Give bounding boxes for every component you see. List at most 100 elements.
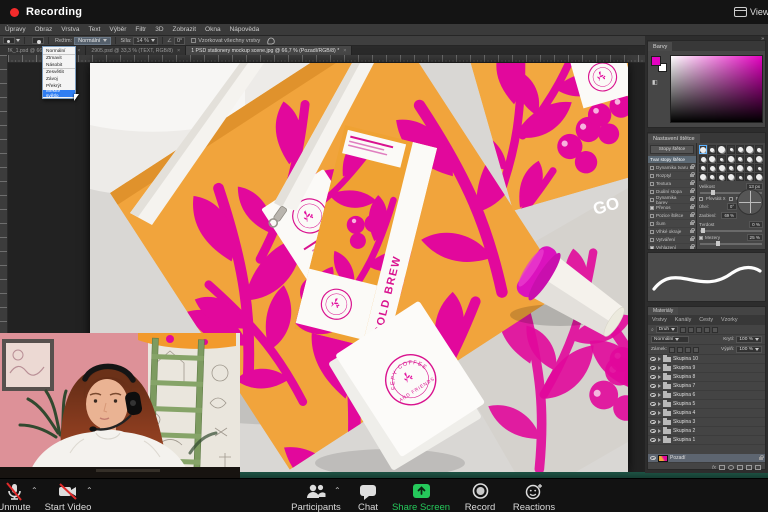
brush-tip[interactable] bbox=[708, 164, 716, 172]
lock-position-icon[interactable] bbox=[685, 347, 691, 353]
brush-tip[interactable] bbox=[699, 155, 707, 163]
layer-row[interactable]: Skupina 3 bbox=[648, 418, 765, 427]
mode-dropdown-item[interactable]: Měkké světlo bbox=[43, 90, 75, 97]
layer-row[interactable]: Skupina 6 bbox=[648, 391, 765, 400]
flip-y-checkbox[interactable] bbox=[729, 197, 733, 201]
participant-video-tile[interactable] bbox=[0, 333, 240, 478]
layer-row[interactable]: Skupina 10 bbox=[648, 355, 765, 364]
mode-select[interactable]: Normální bbox=[74, 37, 111, 45]
new-layer-icon[interactable] bbox=[746, 465, 752, 470]
filter-mode-icon[interactable] bbox=[696, 327, 702, 333]
brush-option-checkbox[interactable] bbox=[650, 182, 654, 186]
brush-tip-shape-row[interactable]: Tvar stopy štětce bbox=[648, 156, 696, 164]
tool-preset-icon[interactable] bbox=[3, 37, 15, 44]
menu-item[interactable]: 3D bbox=[155, 26, 163, 33]
layer-row[interactable]: Skupina 2 bbox=[648, 427, 765, 436]
hardness-slider[interactable] bbox=[700, 230, 762, 232]
brush-settings-tab[interactable]: Nastavení štětce bbox=[648, 134, 700, 143]
lock-icon[interactable] bbox=[690, 222, 694, 225]
expand-triangle-icon[interactable] bbox=[658, 402, 661, 406]
brush-option-row[interactable]: Textura bbox=[648, 180, 696, 188]
brush-option-checkbox[interactable] bbox=[650, 198, 654, 202]
layer-row[interactable]: Skupina 8 bbox=[648, 373, 765, 382]
expand-triangle-icon[interactable] bbox=[658, 429, 661, 433]
brush-tip[interactable] bbox=[755, 164, 763, 172]
brush-tip[interactable] bbox=[727, 145, 735, 154]
brush-tip[interactable] bbox=[755, 173, 763, 181]
brush-tip[interactable] bbox=[699, 164, 707, 172]
view-button[interactable]: View bbox=[734, 3, 768, 21]
layer-row[interactable]: Skupina 4 bbox=[648, 409, 765, 418]
angle-value[interactable]: 0° bbox=[727, 203, 737, 210]
spacing-value[interactable]: 25 % bbox=[747, 234, 763, 241]
visibility-eye-icon[interactable] bbox=[650, 438, 656, 442]
brush-option-row[interactable]: Vlhké okraje bbox=[648, 228, 696, 236]
close-tab-icon[interactable]: × bbox=[77, 48, 80, 54]
mode-dropdown-item[interactable]: Ztmavit bbox=[43, 55, 75, 62]
brush-option-row[interactable]: Vyhlazení bbox=[648, 244, 696, 249]
brush-tip[interactable] bbox=[727, 155, 735, 163]
visibility-eye-icon[interactable] bbox=[650, 357, 656, 361]
brush-tip[interactable] bbox=[727, 164, 735, 172]
mode-dropdown-item[interactable]: Normální bbox=[43, 48, 75, 55]
lock-icon[interactable] bbox=[690, 174, 694, 177]
brush-option-checkbox[interactable] bbox=[650, 166, 654, 170]
visibility-eye-icon[interactable] bbox=[650, 411, 656, 415]
brush-tip[interactable] bbox=[717, 145, 726, 154]
fill-field[interactable]: 100 % bbox=[736, 346, 762, 353]
expand-triangle-icon[interactable] bbox=[658, 438, 661, 442]
visibility-eye-icon[interactable] bbox=[650, 402, 656, 406]
panel-tab[interactable]: Vzorky bbox=[717, 315, 741, 325]
lock-all-icon[interactable] bbox=[693, 347, 699, 353]
brush-tip[interactable] bbox=[699, 145, 707, 154]
filter-kind-icon[interactable] bbox=[680, 327, 686, 333]
brush-tip[interactable] bbox=[717, 155, 726, 163]
expand-triangle-icon[interactable] bbox=[658, 411, 661, 415]
brush-option-row[interactable]: Dynamika tvaru bbox=[648, 164, 696, 172]
brush-option-row[interactable]: Vytváření bbox=[648, 236, 696, 244]
background-layer-row[interactable]: Pozadí bbox=[648, 454, 765, 463]
menu-item[interactable]: Úpravy bbox=[5, 26, 26, 33]
brush-option-checkbox[interactable] bbox=[650, 238, 654, 242]
colors-panel-tab[interactable]: Barvy bbox=[648, 42, 672, 51]
lock-icon[interactable] bbox=[690, 214, 694, 217]
delete-layer-icon[interactable] bbox=[755, 465, 761, 470]
brush-tip[interactable] bbox=[717, 164, 726, 172]
menu-item[interactable]: Vrstva bbox=[61, 26, 79, 33]
brush-tip[interactable] bbox=[745, 164, 754, 172]
brush-tip[interactable] bbox=[745, 173, 754, 181]
brush-option-checkbox[interactable] bbox=[650, 214, 654, 218]
spacing-checkbox[interactable] bbox=[699, 236, 703, 240]
menu-item[interactable]: Okna bbox=[205, 26, 221, 33]
filter-color-icon[interactable] bbox=[712, 327, 718, 333]
expand-triangle-icon[interactable] bbox=[658, 366, 661, 370]
lock-pixels-icon[interactable] bbox=[677, 347, 683, 353]
visibility-eye-icon[interactable] bbox=[650, 420, 656, 424]
brush-tip[interactable] bbox=[755, 145, 763, 154]
brush-tip[interactable] bbox=[717, 173, 726, 181]
color-gradient-field[interactable] bbox=[670, 55, 763, 123]
menu-item[interactable]: Filtr bbox=[135, 26, 146, 33]
brush-option-checkbox[interactable] bbox=[650, 174, 654, 178]
lock-transparency-icon[interactable] bbox=[669, 347, 675, 353]
menu-item[interactable]: Nápověda bbox=[230, 26, 260, 33]
brush-tip[interactable] bbox=[736, 145, 744, 154]
brush-option-row[interactable]: Šum bbox=[648, 220, 696, 228]
visibility-eye-icon[interactable] bbox=[650, 366, 656, 370]
materials-panel-tab[interactable]: Materiály bbox=[648, 307, 678, 315]
layer-row[interactable]: Skupina 9 bbox=[648, 364, 765, 373]
spacing-slider[interactable] bbox=[700, 243, 762, 245]
layer-filter-select[interactable]: Druh bbox=[656, 326, 678, 333]
default-colors-icon[interactable]: ◧ bbox=[652, 79, 658, 86]
visibility-eye-icon[interactable] bbox=[650, 384, 656, 388]
brush-tip[interactable] bbox=[736, 173, 744, 181]
brush-tip-grid[interactable] bbox=[699, 145, 763, 181]
mode-dropdown-item[interactable]: Zesvětlit bbox=[43, 69, 75, 76]
brush-tip[interactable] bbox=[755, 155, 763, 163]
mode-dropdown-item[interactable]: Závoj bbox=[43, 76, 75, 83]
visibility-eye-icon[interactable] bbox=[650, 456, 656, 460]
opacity-field[interactable]: 100 % bbox=[736, 336, 762, 343]
brush-tip[interactable] bbox=[727, 173, 735, 181]
panel-tab[interactable]: Kanály bbox=[671, 315, 695, 325]
brush-option-row[interactable]: Dynamika barev bbox=[648, 196, 696, 204]
